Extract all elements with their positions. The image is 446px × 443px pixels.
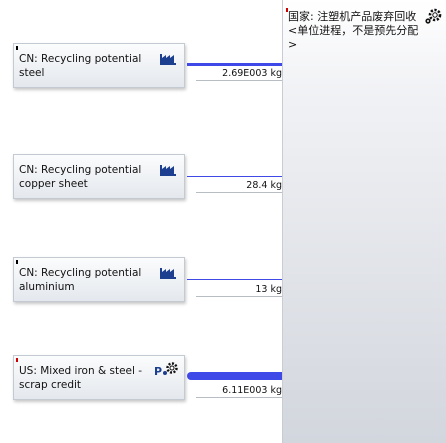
process-title: 国家: 注塑机产品废弃回收 <单位进程，不是预先分配>: [288, 10, 419, 51]
flow-line-copper[interactable]: [187, 176, 283, 177]
process-title: CN: Recycling potential aluminium: [19, 267, 142, 293]
flow-amount-label: 6.11E003 kg: [196, 385, 283, 398]
ps-gear-icon: P: [154, 362, 178, 377]
process-marker: [16, 46, 18, 50]
process-box-mixed-iron-steel[interactable]: US: Mixed iron & steel - scrap credit P: [13, 355, 185, 400]
flow-line-aluminium[interactable]: [187, 279, 283, 280]
factory-icon: [160, 54, 176, 65]
flow-line-steel[interactable]: [187, 63, 283, 66]
flow-line-mixed-iron-steel[interactable]: [187, 372, 283, 380]
process-box-injection-molding-recycling[interactable]: 国家: 注塑机产品废弃回收 <单位进程，不是预先分配>: [282, 0, 446, 443]
plan-canvas[interactable]: CN: Recycling potential steel CN: Recycl…: [0, 0, 446, 443]
process-box-recycling-aluminium[interactable]: CN: Recycling potential aluminium: [13, 257, 185, 302]
process-title: CN: Recycling potential steel: [19, 53, 142, 79]
process-title: CN: Recycling potential copper sheet: [19, 164, 142, 190]
flow-amount-label: 28.4 kg: [196, 180, 283, 193]
factory-icon: [160, 165, 176, 176]
gear-icon: [425, 8, 442, 24]
process-marker: [16, 358, 18, 362]
flow-amount-label: 2.69E003 kg: [196, 68, 283, 81]
flow-amount-label: 13 kg: [196, 284, 283, 297]
process-box-recycling-steel[interactable]: CN: Recycling potential steel: [13, 43, 185, 88]
svg-text:P: P: [154, 365, 162, 377]
factory-icon: [160, 268, 176, 279]
process-marker: [16, 260, 18, 264]
process-box-recycling-copper[interactable]: CN: Recycling potential copper sheet: [13, 154, 185, 199]
process-title: US: Mixed iron & steel - scrap credit: [19, 365, 143, 391]
